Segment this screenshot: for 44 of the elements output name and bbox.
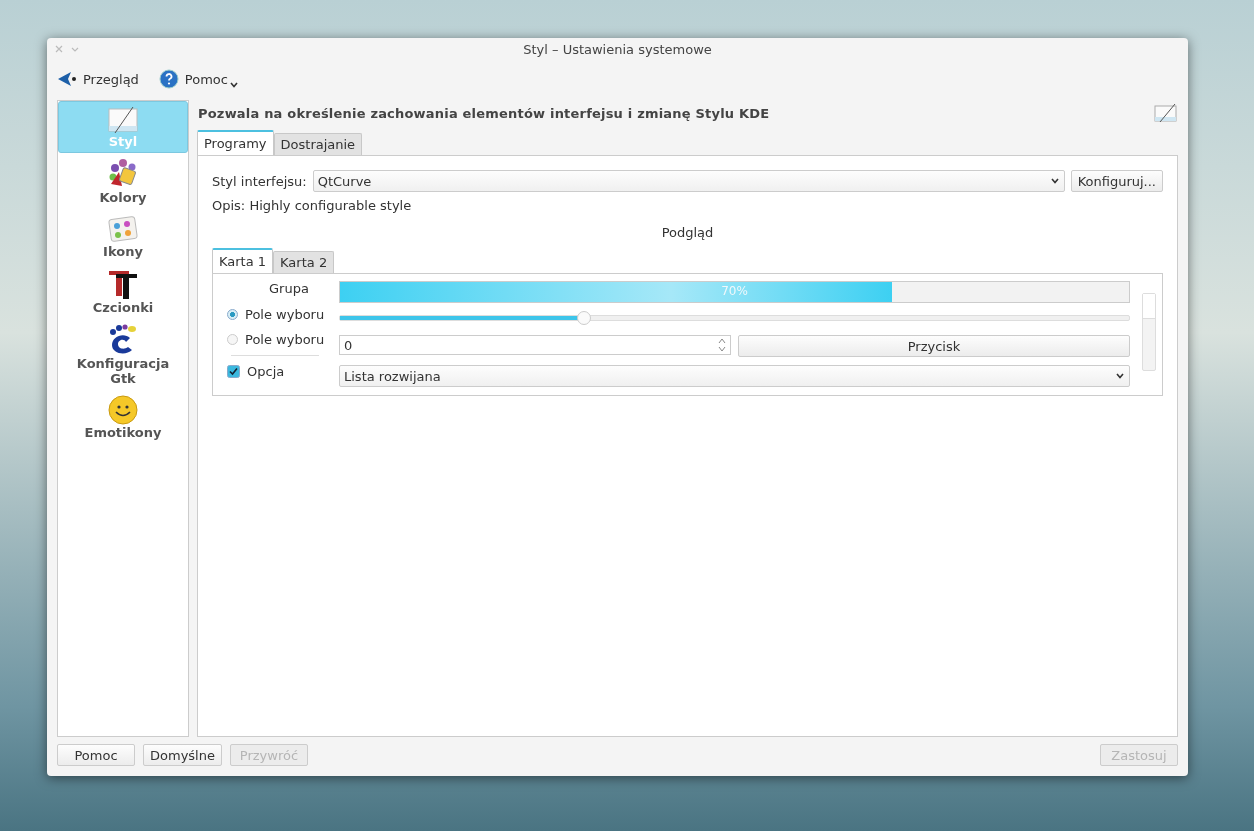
back-arrow-icon bbox=[57, 71, 77, 87]
scrollbar[interactable] bbox=[1142, 293, 1156, 371]
window-style-icon bbox=[107, 106, 139, 134]
font-glyph-icon bbox=[107, 268, 139, 300]
radio-button[interactable]: Pole wyboru bbox=[227, 330, 327, 349]
sidebar-item[interactable]: Kolory bbox=[58, 153, 188, 209]
caret-icon bbox=[229, 82, 238, 88]
sidebar-item[interactable]: Konfiguracja Gtk bbox=[58, 319, 188, 390]
checkbox[interactable]: Opcja bbox=[227, 362, 327, 381]
caret-icon bbox=[1050, 178, 1059, 184]
help-menu-button[interactable]: Pomoc bbox=[158, 69, 238, 89]
dialog-button[interactable]: Pomoc bbox=[57, 744, 135, 766]
sidebar-item[interactable]: Czcionki bbox=[58, 263, 188, 319]
sidebar-item[interactable]: Ikony bbox=[58, 209, 188, 263]
group-label: Grupa bbox=[268, 281, 310, 298]
sidebar-item[interactable]: Emotikony bbox=[58, 390, 188, 444]
tab[interactable]: Dostrajanie bbox=[273, 133, 363, 155]
spin-arrows-icon bbox=[718, 337, 726, 353]
window-title: Styl – Ustawienia systemowe bbox=[523, 41, 712, 57]
preview-title: Podgląd bbox=[661, 225, 714, 240]
spin-box[interactable]: 0 bbox=[339, 335, 731, 355]
caret-icon bbox=[1116, 373, 1124, 379]
window-style-icon bbox=[1154, 103, 1178, 123]
radio-button[interactable]: Pole wyboru bbox=[227, 305, 327, 324]
help-icon bbox=[158, 69, 179, 89]
slider[interactable] bbox=[339, 311, 1130, 325]
chevron-down-icon[interactable] bbox=[71, 45, 79, 53]
field-label: Styl interfejsu: bbox=[212, 173, 307, 189]
progress-label: 70% bbox=[720, 284, 749, 298]
tab[interactable]: Programy bbox=[197, 130, 274, 155]
dropdown[interactable]: Lista rozwijana bbox=[339, 365, 1130, 387]
tab[interactable]: Karta 2 bbox=[273, 251, 335, 273]
configure-button[interactable]: Konfiguruj... bbox=[1070, 170, 1163, 192]
tab[interactable]: Karta 1 bbox=[212, 248, 274, 273]
palette-icon bbox=[107, 214, 139, 244]
overview-button[interactable]: Przegląd bbox=[57, 71, 139, 87]
slider-handle[interactable] bbox=[577, 311, 592, 325]
dialog-button[interactable]: Domyślne bbox=[143, 744, 222, 766]
close-icon[interactable] bbox=[55, 45, 63, 53]
page-description: Pozwala na określenie zachowania elementów interfejsu i zmianę Stylu KDE bbox=[198, 105, 770, 121]
style-description: Opis: Highly configurable style bbox=[212, 198, 413, 213]
push-button[interactable]: Przycisk bbox=[738, 335, 1130, 357]
smiley-icon bbox=[108, 395, 138, 425]
style-dropdown[interactable]: QtCurve bbox=[312, 170, 1065, 192]
